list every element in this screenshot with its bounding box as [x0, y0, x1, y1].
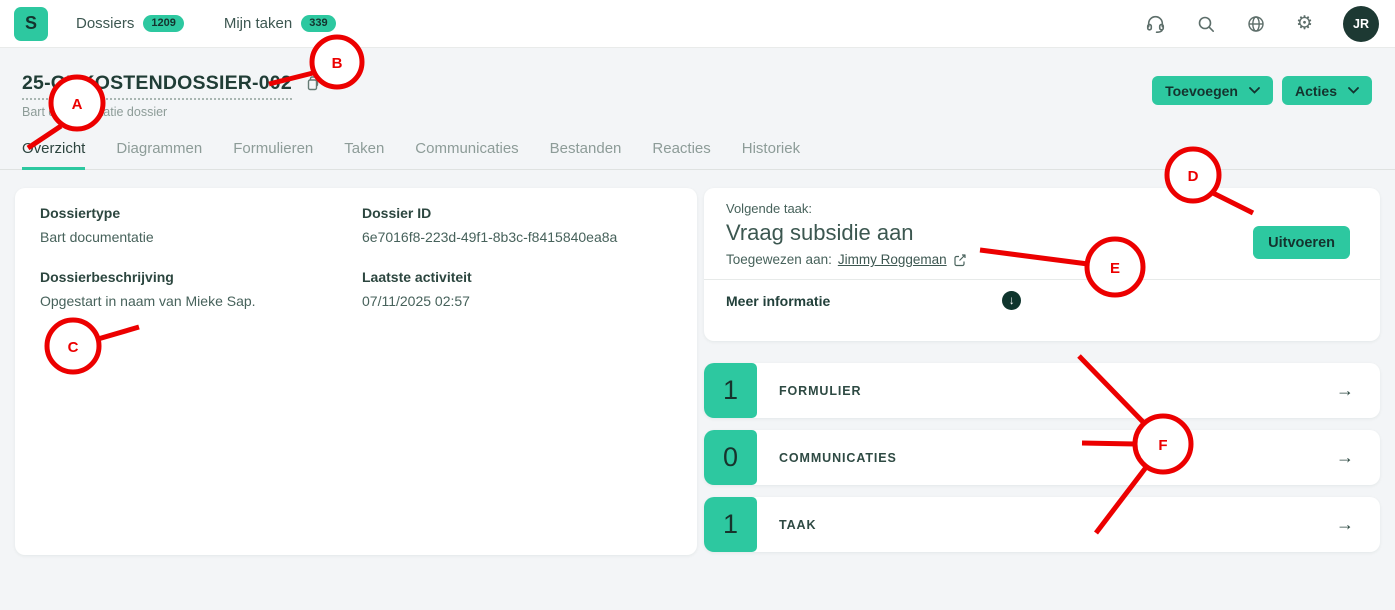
chevron-down-icon [1348, 87, 1359, 94]
stat-count: 1 [704, 497, 757, 552]
stat-row-communicaties[interactable]: 0 COMMUNICATIES → [704, 430, 1380, 485]
nav-item-label: Dossiers [76, 15, 134, 32]
assigned-prefix: Toegewezen aan: [726, 252, 832, 267]
next-task-card: Volgende taak: Vraag subsidie aan Toegew… [704, 188, 1380, 341]
page-subtitle: Bart documentatie dossier [22, 105, 321, 119]
tab-reacties[interactable]: Reacties [652, 140, 710, 169]
tab-taken[interactable]: Taken [344, 140, 384, 169]
tab-overzicht[interactable]: Overzicht [22, 140, 85, 170]
arrow-right-icon[interactable]: → [1336, 380, 1354, 401]
nav-item-label: Mijn taken [224, 15, 292, 32]
topbar: S Dossiers 1209 Mijn taken 339 [0, 0, 1395, 48]
page-title: 25-ONKOSTENDOSSIER-002 [22, 72, 292, 100]
toevoegen-button[interactable]: Toevoegen [1152, 76, 1273, 105]
acties-button[interactable]: Acties [1282, 76, 1372, 105]
acties-label: Acties [1295, 83, 1337, 99]
toevoegen-label: Toevoegen [1165, 83, 1238, 99]
stat-count: 0 [704, 430, 757, 485]
top-navigation: Dossiers 1209 Mijn taken 339 [76, 15, 336, 32]
right-column: Volgende taak: Vraag subsidie aan Toegew… [704, 188, 1380, 555]
field-value: Bart documentatie [40, 229, 362, 245]
tab-diagrammen[interactable]: Diagrammen [116, 140, 202, 169]
stat-label: FORMULIER [779, 384, 861, 398]
arrow-right-icon[interactable]: → [1336, 514, 1354, 535]
globe-icon[interactable] [1246, 14, 1266, 34]
field-label: Dossierbeschrijving [40, 269, 362, 285]
field-dossiertype: Dossiertype Bart documentatie [40, 205, 362, 245]
field-laatste-activiteit: Laatste activiteit 07/11/2025 02:57 [362, 269, 672, 309]
topbar-icons: ⚙ JR [1145, 6, 1379, 42]
expand-down-icon[interactable]: ↓ [1002, 291, 1021, 310]
field-dossierbeschrijving: Dossierbeschrijving Opgestart in naam va… [40, 269, 362, 309]
mijn-taken-count-badge: 339 [301, 15, 335, 32]
more-info-row: Meer informatie ↓ [726, 280, 1358, 310]
more-info-label: Meer informatie [726, 293, 830, 309]
nav-item-dossiers[interactable]: Dossiers 1209 [76, 15, 184, 32]
uitvoeren-label: Uitvoeren [1268, 235, 1335, 251]
tab-bestanden[interactable]: Bestanden [550, 140, 622, 169]
page-header: 25-ONKOSTENDOSSIER-002 Bart documentatie… [0, 48, 1395, 119]
field-value: Opgestart in naam van Mieke Sap. [40, 293, 362, 309]
uitvoeren-button[interactable]: Uitvoeren [1253, 226, 1350, 259]
dossier-overview-card: Dossiertype Bart documentatie Dossier ID… [15, 188, 697, 555]
title-block: 25-ONKOSTENDOSSIER-002 Bart documentatie… [22, 72, 321, 119]
next-task-label: Volgende taak: [726, 201, 1358, 216]
headset-icon[interactable] [1145, 13, 1166, 34]
arrow-right-icon[interactable]: → [1336, 447, 1354, 468]
field-value: 6e7016f8-223d-49f1-8b3c-f8415840ea8a [362, 229, 672, 245]
nav-item-mijn-taken[interactable]: Mijn taken 339 [224, 15, 336, 32]
tab-formulieren[interactable]: Formulieren [233, 140, 313, 169]
stats-list: 1 FORMULIER → 0 COMMUNICATIES → 1 TAAK → [704, 363, 1380, 552]
stat-count: 1 [704, 363, 757, 418]
dossiers-count-badge: 1209 [143, 15, 183, 32]
assignee-link[interactable]: Jimmy Roggeman [838, 252, 947, 267]
app-logo[interactable]: S [14, 7, 48, 41]
field-label: Laatste activiteit [362, 269, 672, 285]
settings-gear-icon[interactable]: ⚙ [1296, 14, 1313, 33]
field-dossier-id: Dossier ID 6e7016f8-223d-49f1-8b3c-f8415… [362, 205, 672, 245]
copy-icon[interactable] [304, 75, 321, 92]
field-value: 07/11/2025 02:57 [362, 293, 672, 309]
tab-historiek[interactable]: Historiek [742, 140, 800, 169]
user-avatar[interactable]: JR [1343, 6, 1379, 42]
stat-label: COMMUNICATIES [779, 451, 897, 465]
chevron-down-icon [1249, 87, 1260, 94]
header-actions: Toevoegen Acties [1152, 76, 1372, 119]
edit-assignee-icon[interactable] [953, 253, 967, 267]
stat-row-taak[interactable]: 1 TAAK → [704, 497, 1380, 552]
content: Dossiertype Bart documentatie Dossier ID… [0, 170, 1395, 555]
stat-row-formulier[interactable]: 1 FORMULIER → [704, 363, 1380, 418]
dossier-tabs: Overzicht Diagrammen Formulieren Taken C… [0, 140, 1395, 170]
field-label: Dossier ID [362, 205, 672, 221]
stat-label: TAAK [779, 518, 816, 532]
search-icon[interactable] [1196, 14, 1216, 34]
tab-communicaties[interactable]: Communicaties [415, 140, 518, 169]
field-label: Dossiertype [40, 205, 362, 221]
